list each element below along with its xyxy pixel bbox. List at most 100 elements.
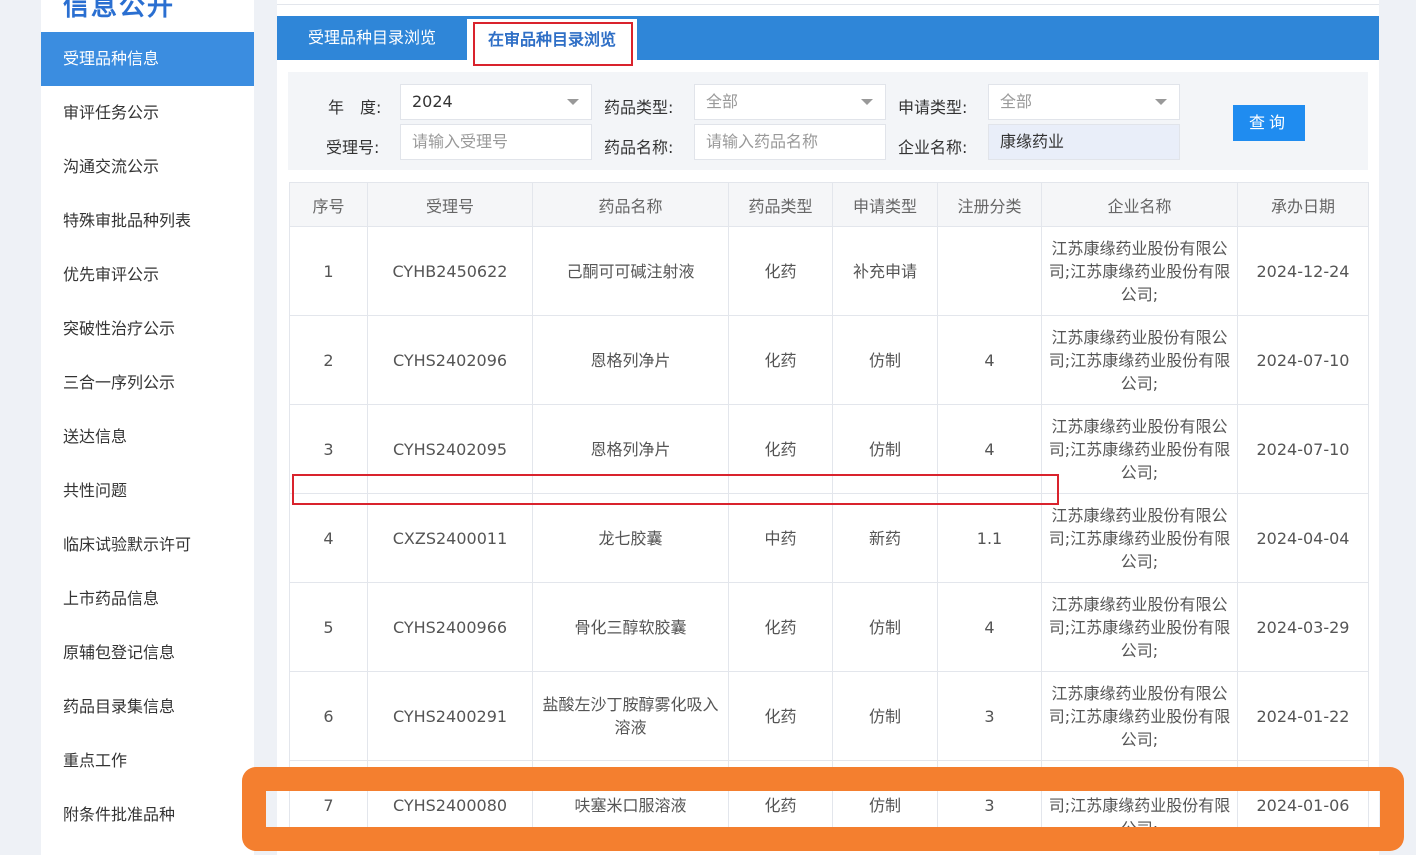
cell-drug-type: 中药 [728, 493, 833, 583]
cell-no: 4 [289, 493, 368, 583]
cell-drug-type: 化药 [728, 404, 833, 494]
cell-accept-no[interactable]: CYHS2402096 [367, 315, 533, 405]
cell-accept-no[interactable]: CYHS2400966 [367, 582, 533, 672]
sidebar: 信息公开 受理品种信息 审评任务公示 沟通交流公示 特殊审批品种列表 优先审评公… [41, 0, 254, 855]
cell-drug-type: 化药 [728, 582, 833, 672]
year-select[interactable]: 2024 [400, 84, 592, 120]
cell-apply-type: 仿制 [832, 315, 938, 405]
cell-company: 江苏康缘药业股份有限公司;江苏康缘药业股份有限公司; [1041, 315, 1238, 405]
cell-reg-class: 1.1 [937, 493, 1042, 583]
cell-no: 1 [289, 226, 368, 316]
cell-date: 2024-01-22 [1237, 671, 1369, 761]
cell-date: 2024-07-10 [1237, 315, 1369, 405]
col-header-drug-type[interactable]: 药品类型 [728, 182, 833, 227]
sidebar-item-marketed-drugs[interactable]: 上市药品信息 [41, 572, 254, 626]
table-row[interactable]: 7 CYHS2400080 呋塞米口服溶液 化药 仿制 3 江苏康缘药业股份有限… [289, 760, 1369, 850]
cell-drug-type: 化药 [728, 760, 833, 850]
sidebar-item-breakthrough[interactable]: 突破性治疗公示 [41, 302, 254, 356]
table-row[interactable]: 6 CYHS2400291 盐酸左沙丁胺醇雾化吸入溶液 化药 仿制 3 江苏康缘… [289, 671, 1369, 761]
sidebar-item-drug-catalog[interactable]: 药品目录集信息 [41, 680, 254, 734]
accept-no-label: 受理号: [326, 138, 380, 157]
table-row[interactable]: 3 CYHS2402095 恩格列净片 化药 仿制 4 江苏康缘药业股份有限公司… [289, 404, 1369, 494]
cell-drug-name: 盐酸左沙丁胺醇雾化吸入溶液 [532, 671, 729, 761]
query-button[interactable]: 查询 [1233, 105, 1305, 141]
company-label: 企业名称: [898, 138, 968, 157]
tab-accepted-catalog[interactable]: 受理品种目录浏览 [308, 16, 436, 60]
cell-apply-type: 仿制 [832, 760, 938, 850]
cell-drug-name: 龙七胶囊 [532, 493, 729, 583]
top-divider [277, 4, 1379, 5]
sidebar-item-special-approval[interactable]: 特殊审批品种列表 [41, 194, 254, 248]
cell-reg-class [937, 226, 1042, 316]
cell-reg-class: 4 [937, 582, 1042, 672]
cell-drug-name: 呋塞米口服溶液 [532, 760, 729, 850]
drug-name-input[interactable]: 请输入药品名称 [694, 124, 886, 160]
cell-apply-type: 仿制 [832, 582, 938, 672]
cell-apply-type: 仿制 [832, 671, 938, 761]
cell-company: 江苏康缘药业股份有限公司;江苏康缘药业股份有限公司; [1041, 493, 1238, 583]
drug-name-label: 药品名称: [604, 138, 674, 157]
apply-type-select[interactable]: 全部 [988, 84, 1180, 120]
tab-under-review-catalog[interactable]: 在审品种目录浏览 [467, 19, 637, 63]
table-row[interactable]: 5 CYHS2400966 骨化三醇软胶囊 化药 仿制 4 江苏康缘药业股份有限… [289, 582, 1369, 672]
cell-reg-class: 3 [937, 760, 1042, 850]
company-input[interactable]: 康缘药业 [988, 124, 1180, 160]
table-header-row: 序号 受理号 药品名称 药品类型 申请类型 注册分类 企业名称 承办日期 [289, 182, 1369, 227]
col-header-accept-no[interactable]: 受理号 [367, 182, 533, 227]
sidebar-item-accepted-varieties[interactable]: 受理品种信息 [41, 32, 254, 86]
accept-no-input[interactable]: 请输入受理号 [400, 124, 592, 160]
cell-drug-name: 己酮可可碱注射液 [532, 226, 729, 316]
cell-date: 2024-12-24 [1237, 226, 1369, 316]
sidebar-item-review-tasks[interactable]: 审评任务公示 [41, 86, 254, 140]
cell-date: 2024-03-29 [1237, 582, 1369, 672]
col-header-reg-class[interactable]: 注册分类 [937, 182, 1042, 227]
cell-date: 2024-01-06 [1237, 760, 1369, 850]
cell-accept-no[interactable]: CYHS2400291 [367, 671, 533, 761]
sidebar-item-clinical-trial[interactable]: 临床试验默示许可 [41, 518, 254, 572]
apply-type-label: 申请类型: [898, 98, 968, 117]
main-panel: 受理品种目录浏览 在审品种目录浏览 年 度: 2024 药品类型: 全部 申请类… [277, 0, 1379, 855]
cell-no: 2 [289, 315, 368, 405]
col-header-drug-name[interactable]: 药品名称 [532, 182, 729, 227]
cell-drug-name: 骨化三醇软胶囊 [532, 582, 729, 672]
sidebar-item-apis-registration[interactable]: 原辅包登记信息 [41, 626, 254, 680]
cell-company: 江苏康缘药业股份有限公司;江苏康缘药业股份有限公司; [1041, 760, 1238, 850]
filter-panel: 年 度: 2024 药品类型: 全部 申请类型: 全部 受理号: 请输入受理号 … [288, 72, 1368, 170]
cell-apply-type: 补充申请 [832, 226, 938, 316]
cell-drug-type: 化药 [728, 226, 833, 316]
cell-drug-type: 化药 [728, 671, 833, 761]
cell-company: 江苏康缘药业股份有限公司;江苏康缘药业股份有限公司; [1041, 404, 1238, 494]
cell-date: 2024-07-10 [1237, 404, 1369, 494]
cell-accept-no[interactable]: CYHS2400080 [367, 760, 533, 850]
table-row[interactable]: 4 CXZS2400011 龙七胶囊 中药 新药 1.1 江苏康缘药业股份有限公… [289, 493, 1369, 583]
col-header-apply-type[interactable]: 申请类型 [832, 182, 938, 227]
cell-accept-no[interactable]: CYHB2450622 [367, 226, 533, 316]
cell-company: 江苏康缘药业股份有限公司;江苏康缘药业股份有限公司; [1041, 671, 1238, 761]
tab-bar: 受理品种目录浏览 在审品种目录浏览 [277, 16, 1379, 63]
sidebar-item-common-issues[interactable]: 共性问题 [41, 464, 254, 518]
cell-no: 3 [289, 404, 368, 494]
year-label: 年 度: [328, 98, 382, 117]
cell-company: 江苏康缘药业股份有限公司;江苏康缘药业股份有限公司; [1041, 582, 1238, 672]
cell-accept-no[interactable]: CYHS2402095 [367, 404, 533, 494]
cell-accept-no[interactable]: CXZS2400011 [367, 493, 533, 583]
drug-type-label: 药品类型: [604, 98, 674, 117]
cell-drug-name: 恩格列净片 [532, 315, 729, 405]
col-header-date[interactable]: 承办日期 [1237, 182, 1369, 227]
sidebar-item-priority-review[interactable]: 优先审评公示 [41, 248, 254, 302]
cell-reg-class: 4 [937, 404, 1042, 494]
sidebar-item-delivery[interactable]: 送达信息 [41, 410, 254, 464]
cell-drug-name: 恩格列净片 [532, 404, 729, 494]
sidebar-item-key-work[interactable]: 重点工作 [41, 734, 254, 788]
cell-reg-class: 4 [937, 315, 1042, 405]
sidebar-item-communication[interactable]: 沟通交流公示 [41, 140, 254, 194]
col-header-no[interactable]: 序号 [289, 182, 368, 227]
cell-reg-class: 3 [937, 671, 1042, 761]
table-row[interactable]: 2 CYHS2402096 恩格列净片 化药 仿制 4 江苏康缘药业股份有限公司… [289, 315, 1369, 405]
table-row[interactable]: 1 CYHB2450622 己酮可可碱注射液 化药 补充申请 江苏康缘药业股份有… [289, 226, 1369, 316]
sidebar-item-three-in-one[interactable]: 三合一序列公示 [41, 356, 254, 410]
cell-no: 5 [289, 582, 368, 672]
drug-type-select[interactable]: 全部 [694, 84, 886, 120]
sidebar-item-conditional-approval[interactable]: 附条件批准品种 [41, 788, 254, 842]
col-header-company[interactable]: 企业名称 [1041, 182, 1238, 227]
